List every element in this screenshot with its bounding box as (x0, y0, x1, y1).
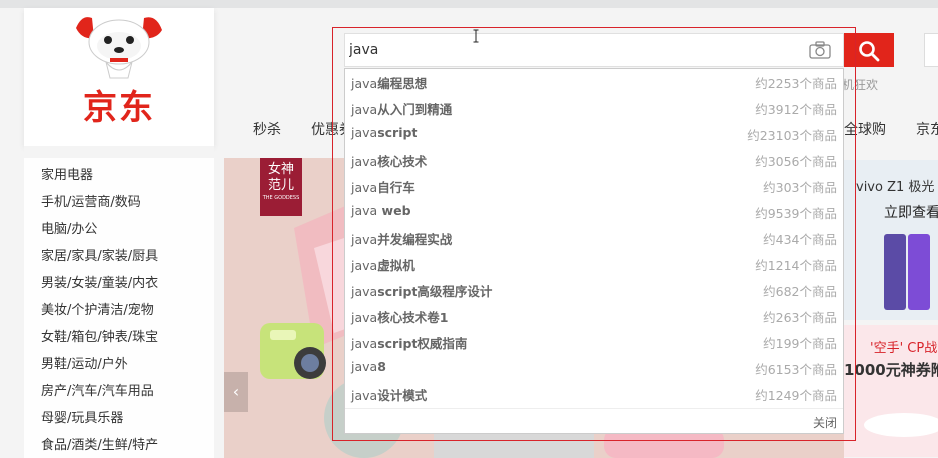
sidebar-item-beauty[interactable]: 美妆/个护清洁/宠物 (41, 299, 154, 318)
sidebar-item-clothing[interactable]: 男装/女装/童装/内衣 (41, 272, 158, 291)
suggestion-rest: 虚拟机 (377, 258, 415, 273)
sidebar-item-food[interactable]: 食品/酒类/生鲜/特产 (41, 434, 158, 453)
badge-line-1: 女神 (267, 162, 294, 177)
logo[interactable]: 京东 (24, 8, 214, 146)
badge-line-2: 范儿 (267, 178, 294, 193)
suggestion-rest: 自行车 (377, 180, 415, 195)
secondary-input[interactable] (924, 33, 938, 67)
ad-card-cp-title: '空手' CP战 (870, 341, 938, 356)
suggestion-item[interactable]: java编程思想 约2253个商品 (345, 69, 843, 95)
dropdown-footer: 关闭 (345, 408, 843, 434)
hot-words-text[interactable]: 机狂欢 (842, 76, 878, 93)
search-icon (859, 41, 880, 62)
suggestion-prefix: java (351, 180, 378, 195)
sidebar-item-mens-shoes[interactable]: 男鞋/运动/户外 (41, 353, 128, 372)
text-cursor-icon (473, 29, 479, 43)
suggestion-count: 约303个商品 (763, 180, 837, 195)
phone-image (884, 234, 930, 310)
top-bar (0, 0, 938, 8)
suggestion-count: 约23103个商品 (747, 128, 837, 143)
search-button[interactable] (844, 33, 894, 67)
nav-item-jd[interactable]: 京东 (916, 119, 938, 139)
suggestion-rest: 核心技术卷1 (377, 310, 449, 325)
suggestion-item[interactable]: java核心技术卷1 约263个商品 (345, 303, 843, 329)
suggestion-rest: script权威指南 (377, 336, 468, 351)
suggestion-item[interactable]: java并发编程实战 约434个商品 (345, 225, 843, 251)
search-input[interactable] (344, 33, 844, 67)
goddess-badge: 女神 范儿 THE GODDESS (260, 158, 302, 216)
camera-icon[interactable] (809, 41, 831, 59)
suggestion-count: 约263个商品 (763, 310, 837, 325)
suggestion-item[interactable]: javascript高级程序设计 约682个商品 (345, 277, 843, 303)
ad-card-cp-subtitle: 1000元神券附 (844, 361, 938, 379)
suggestion-prefix: java (351, 125, 378, 140)
ad-card-vivo-subtitle: 立即查看 (884, 205, 938, 221)
suggestion-rest: web (377, 203, 411, 218)
suggestion-count: 约1214个商品 (755, 258, 837, 273)
suggestion-count: 约6153个商品 (755, 362, 837, 377)
suggestion-count: 约9539个商品 (755, 206, 837, 221)
search-suggestions-dropdown: java编程思想 约2253个商品 java从入门到精通 约3912个商品 ja… (344, 68, 844, 434)
suggestion-prefix: java (351, 203, 378, 218)
suggestion-item[interactable]: java核心技术 约3056个商品 (345, 147, 843, 173)
suggestion-count: 约3056个商品 (755, 154, 837, 169)
sidebar-item-appliances[interactable]: 家用电器 (41, 164, 93, 183)
suggestion-item[interactable]: java自行车 约303个商品 (345, 173, 843, 199)
badge-small-text: THE GODDESS (262, 195, 300, 201)
suggestion-prefix: java (351, 76, 378, 91)
suggestion-prefix: java (351, 359, 378, 374)
sidebar-item-auto[interactable]: 房产/汽车/汽车用品 (41, 380, 154, 399)
suggestion-count: 约199个商品 (763, 336, 837, 351)
suggestion-count: 约682个商品 (763, 284, 837, 299)
sidebar-item-phones[interactable]: 手机/运营商/数码 (41, 191, 141, 210)
suggestion-count: 约2253个商品 (755, 76, 837, 91)
category-sidebar: 家用电器 手机/运营商/数码 电脑/办公 家居/家具/家装/厨具 男装/女装/童… (24, 158, 214, 458)
suggestion-prefix: java (351, 154, 378, 169)
mascot-dog-icon (76, 17, 162, 79)
suggestion-count: 约434个商品 (763, 232, 837, 247)
nav-item-global[interactable]: 全球购 (844, 119, 886, 139)
sidebar-item-computers[interactable]: 电脑/办公 (41, 218, 97, 237)
suggestion-count: 约1249个商品 (755, 388, 837, 403)
sidebar-item-womens-shoes[interactable]: 女鞋/箱包/钟表/珠宝 (41, 326, 158, 345)
suggestion-item[interactable]: java虚拟机 约1214个商品 (345, 251, 843, 277)
suggestion-prefix: java (351, 310, 378, 325)
banner-prev-arrow[interactable]: ‹ (224, 372, 248, 412)
sidebar-divider (24, 146, 214, 158)
ad-card-vivo[interactable]: vivo Z1 极光 立即查看 (844, 160, 938, 320)
suggestion-item[interactable]: javascript 约23103个商品 (345, 121, 843, 147)
nav-item-seckill[interactable]: 秒杀 (253, 119, 281, 139)
suggestion-item[interactable]: java8 约6153个商品 (345, 355, 843, 381)
suggestion-item[interactable]: java web 约9539个商品 (345, 199, 843, 225)
suggestion-rest: 并发编程实战 (377, 232, 453, 247)
logo-text: 京东 (83, 88, 155, 128)
suggestion-rest: script (377, 125, 418, 140)
sidebar-item-home[interactable]: 家居/家具/家装/厨具 (41, 245, 158, 264)
ad-card-vivo-title: vivo Z1 极光 (856, 180, 935, 195)
suggestion-prefix: java (351, 102, 378, 117)
close-suggestions-button[interactable]: 关闭 (813, 414, 837, 431)
suggestion-item[interactable]: javascript权威指南 约199个商品 (345, 329, 843, 355)
suggestion-prefix: java (351, 284, 378, 299)
suggestion-rest: 核心技术 (377, 154, 428, 169)
suggestion-count: 约3912个商品 (755, 102, 837, 117)
suggestion-rest: 从入门到精通 (377, 102, 453, 117)
suggestion-prefix: java (351, 232, 378, 247)
sidebar-item-baby[interactable]: 母婴/玩具乐器 (41, 407, 123, 426)
suggestion-prefix: java (351, 388, 378, 403)
suggestion-prefix: java (351, 258, 378, 273)
suggestion-rest: script高级程序设计 (377, 284, 493, 299)
suggestion-rest: 编程思想 (377, 76, 428, 91)
ad-card-cp[interactable]: '空手' CP战 1000元神券附 (844, 325, 938, 457)
suggestion-item[interactable]: java设计模式 约1249个商品 (345, 381, 843, 407)
suggestion-prefix: java (351, 336, 378, 351)
suggestion-rest: 8 (377, 359, 386, 374)
ad-card-cp-image (864, 413, 938, 437)
suggestion-rest: 设计模式 (377, 388, 428, 403)
suggestion-item[interactable]: java从入门到精通 约3912个商品 (345, 95, 843, 121)
